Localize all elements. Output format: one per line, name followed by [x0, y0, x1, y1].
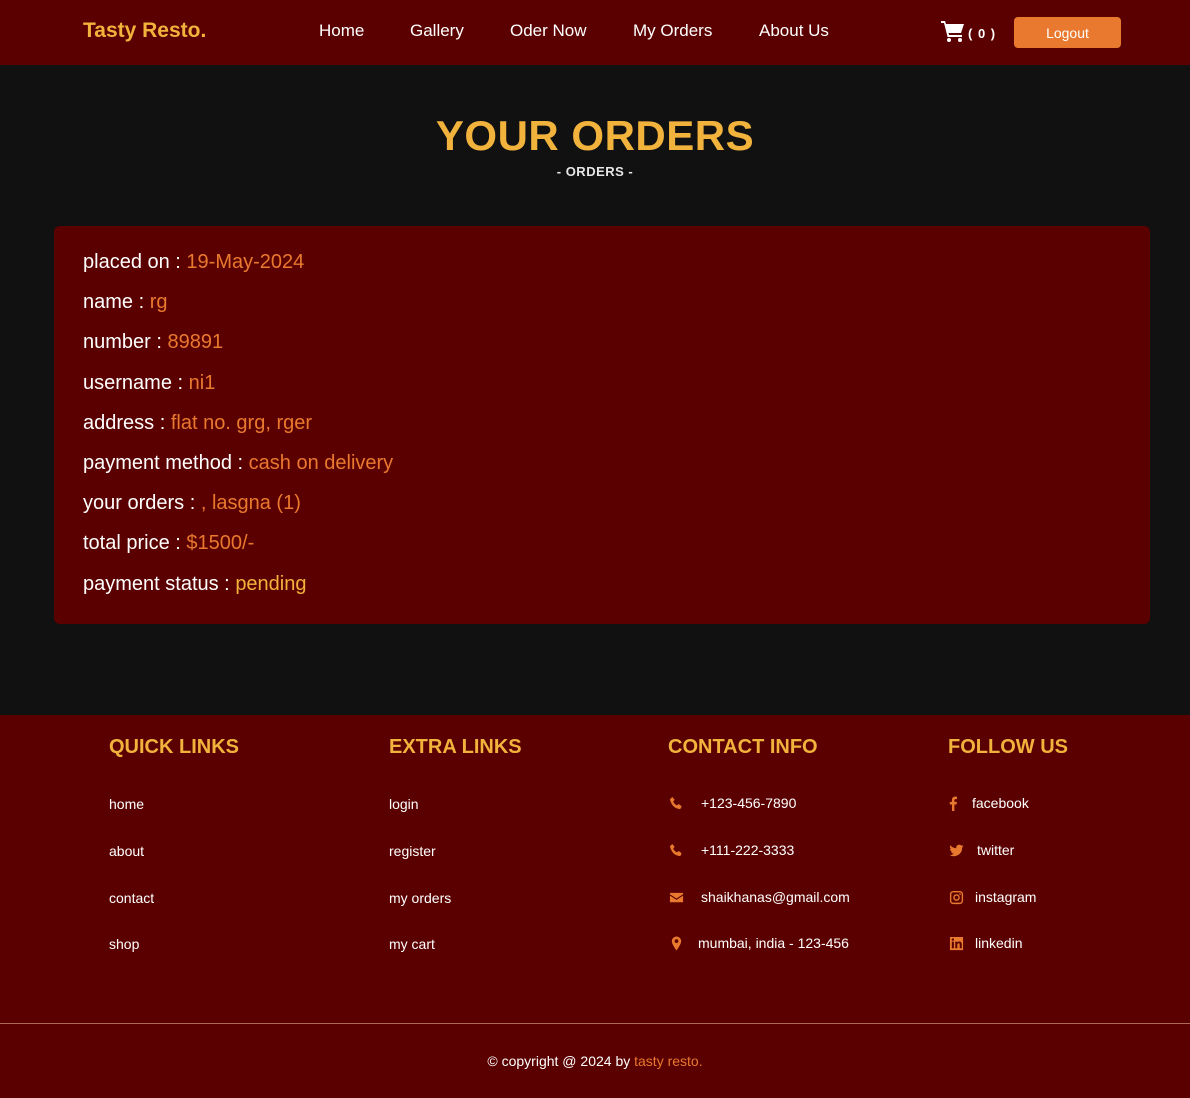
nav-my-orders[interactable]: My Orders [633, 21, 712, 41]
copyright-brand[interactable]: tasty resto. [634, 1053, 702, 1069]
total-price-label: total price : [83, 532, 181, 554]
map-marker-icon [668, 935, 684, 951]
social-twitter-text: twitter [977, 842, 1015, 858]
payment-status-label: payment status : [83, 573, 230, 595]
footer-link-shop[interactable]: shop [109, 936, 139, 952]
nav-order-now[interactable]: Oder Now [510, 21, 587, 41]
total-price-value: $1500/- [186, 532, 255, 554]
contact-phone-2[interactable]: +111-222-3333 [668, 842, 794, 858]
shopping-cart-icon [940, 19, 966, 48]
footer-link-login[interactable]: login [389, 796, 419, 812]
nav-home[interactable]: Home [319, 21, 364, 41]
order-payment-method: payment method : cash on delivery [83, 452, 393, 475]
your-orders-label: your orders : [83, 492, 196, 514]
contact-phone-1-text: +123-456-7890 [701, 795, 797, 811]
quick-links-title: QUICK LINKS [109, 736, 239, 758]
logout-button[interactable]: Logout [1014, 17, 1121, 48]
contact-address-text: mumbai, india - 123-456 [698, 935, 849, 951]
footer-link-home[interactable]: home [109, 796, 144, 812]
envelope-icon [668, 889, 684, 905]
extra-links-title: EXTRA LINKS [389, 736, 522, 758]
social-instagram-text: instagram [975, 889, 1037, 905]
nav-about-us[interactable]: About Us [759, 21, 829, 41]
payment-status-value: pending [235, 573, 307, 595]
instagram-icon [948, 889, 964, 905]
page-title: YOUR ORDERS [435, 112, 755, 159]
site-footer: QUICK LINKS home about contact shop EXTR… [0, 715, 1190, 1098]
name-value: rg [149, 291, 168, 313]
linkedin-icon [948, 935, 964, 951]
name-label: name : [83, 291, 145, 313]
footer-link-about[interactable]: about [109, 843, 144, 859]
footer-link-register[interactable]: register [389, 843, 436, 859]
footer-link-my-orders[interactable]: my orders [389, 890, 451, 906]
site-header: Tasty Resto. Home Gallery Oder Now My Or… [0, 0, 1190, 65]
cart-count: ( 0 ) [968, 25, 997, 41]
placed-on-value: 19-May-2024 [186, 251, 305, 273]
follow-us-title: FOLLOW US [948, 736, 1068, 758]
order-items: your orders : , lasgna (1) [83, 492, 301, 515]
copyright-text: © copyright @ 2024 by [487, 1053, 635, 1069]
social-facebook-text: facebook [972, 795, 1029, 811]
facebook-icon [948, 795, 958, 811]
number-label: number : [83, 331, 162, 353]
main-nav: Home Gallery Oder Now My Orders About Us [0, 21, 1190, 45]
your-orders-value: , lasgna (1) [200, 492, 301, 514]
social-twitter-link[interactable]: twitter [948, 842, 1014, 858]
order-placed-on: placed on : 19-May-2024 [83, 251, 304, 274]
order-card: placed on : 19-May-2024 name : rg number… [54, 226, 1150, 624]
phone-icon [668, 795, 684, 811]
address-label: address : [83, 412, 166, 434]
username-value: ni1 [188, 372, 216, 394]
page-subtitle: - ORDERS - [556, 164, 634, 179]
payment-method-value: cash on delivery [248, 452, 394, 474]
nav-gallery[interactable]: Gallery [410, 21, 464, 41]
contact-phone-2-text: +111-222-3333 [701, 842, 795, 858]
contact-address[interactable]: mumbai, india - 123-456 [668, 935, 849, 951]
social-facebook-link[interactable]: facebook [948, 795, 1029, 811]
cart-button[interactable]: ( 0 ) [940, 20, 996, 46]
payment-method-label: payment method : [83, 452, 244, 474]
contact-info-title: CONTACT INFO [668, 736, 818, 758]
order-address: address : flat no. grg, rger [83, 412, 312, 435]
order-username: username : ni1 [83, 372, 215, 395]
contact-email-text: shaikhanas@gmail.com [701, 889, 850, 905]
footer-divider [0, 1023, 1190, 1024]
address-value: flat no. grg, rger [170, 412, 313, 434]
footer-link-my-cart[interactable]: my cart [389, 936, 435, 952]
order-payment-status: payment status : pending [83, 573, 307, 596]
contact-phone-1[interactable]: +123-456-7890 [668, 795, 796, 811]
social-linkedin-link[interactable]: linkedin [948, 935, 1022, 951]
username-label: username : [83, 372, 184, 394]
phone-icon [668, 842, 684, 858]
order-total-price: total price : $1500/- [83, 532, 254, 555]
social-linkedin-text: linkedin [975, 935, 1023, 951]
order-number: number : 89891 [83, 331, 223, 354]
order-name: name : rg [83, 291, 168, 314]
contact-email[interactable]: shaikhanas@gmail.com [668, 889, 850, 905]
placed-on-label: placed on : [83, 251, 181, 273]
twitter-icon [948, 842, 964, 858]
footer-link-contact[interactable]: contact [109, 890, 154, 906]
social-instagram-link[interactable]: instagram [948, 889, 1036, 905]
number-value: 89891 [167, 331, 224, 353]
copyright: © copyright @ 2024 by tasty resto. [0, 1053, 1190, 1069]
